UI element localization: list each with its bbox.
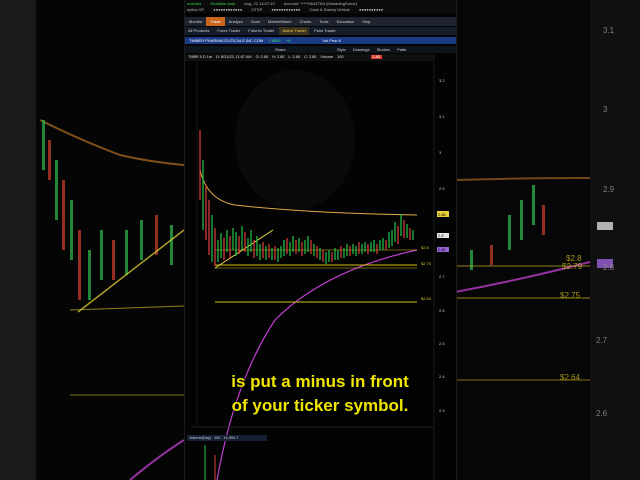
video-caption: is put a minus in front of your ticker s… bbox=[194, 370, 446, 418]
volume-subpanel-header: Volume(Day) 100 14,990.7 bbox=[187, 435, 267, 441]
price-axis-label: 2.6 bbox=[439, 308, 445, 313]
price-tag-label: 2.8 bbox=[438, 233, 444, 238]
caption-line-1: is put a minus in front bbox=[231, 372, 409, 391]
caption-line-2: of your ticker symbol. bbox=[231, 396, 409, 415]
bg-axis-label: 2.9 bbox=[603, 185, 615, 194]
level-label: $2.8 bbox=[421, 245, 430, 250]
level-label: $2.64 bbox=[421, 296, 432, 301]
price-axis-label: 2.5 bbox=[439, 341, 445, 346]
bg-level-label: $2.75 bbox=[560, 291, 581, 300]
volume-study-label[interactable]: Volume(Day) bbox=[189, 436, 211, 440]
bg-axis-label: 2.8 bbox=[603, 263, 615, 272]
price-axis-label: 2.7 bbox=[439, 274, 445, 279]
bg-axis-label: 3 bbox=[603, 105, 608, 114]
price-tag-label: 2.86 bbox=[438, 212, 447, 217]
level-label: $2.75 bbox=[421, 261, 432, 266]
bg-axis-label: 3.1 bbox=[603, 26, 615, 35]
price-axis-label: 3 bbox=[439, 150, 442, 155]
bg-axis-label: 2.7 bbox=[596, 336, 608, 345]
price-axis-label: 3.2 bbox=[439, 78, 445, 83]
bg-level-label: $2.79 bbox=[562, 262, 583, 271]
price-tag-label: 2.81 bbox=[438, 247, 447, 252]
volume-study-value2: 14,990.7 bbox=[223, 436, 239, 440]
bg-level-label: $2.64 bbox=[560, 373, 581, 382]
volume-study-value: 100 bbox=[214, 436, 221, 440]
bg-axis-label: 2.6 bbox=[596, 409, 608, 418]
price-axis-label: 3.1 bbox=[439, 114, 445, 119]
price-axis-label: 2.9 bbox=[439, 186, 445, 191]
